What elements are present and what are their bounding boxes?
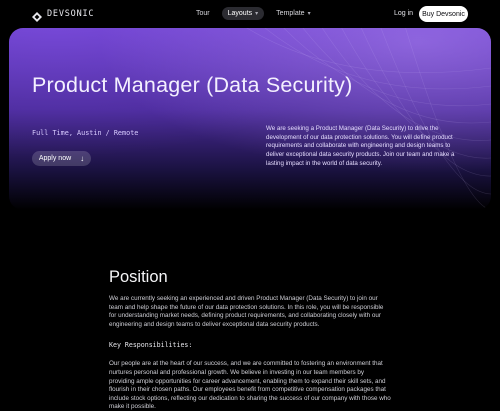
position-intro: We are currently seeking an experienced … [109,295,384,328]
login-link[interactable]: Log in [394,10,413,17]
brand-logo[interactable]: DEVSONIC [32,9,95,22]
nav-item-label: Template [276,10,305,17]
position-body: Our people are at the heart of our succe… [109,360,391,411]
apply-label: Apply now [38,155,72,162]
hero-description: We are seeking a Product Manager (Data S… [266,125,455,167]
devsonic-logo-icon [32,9,42,22]
top-nav: DEVSONIC Tour Layouts ▾ Template ▾ Log i… [0,0,500,28]
apply-now-button[interactable]: Apply now ↓ [32,151,91,166]
section-heading: Position [109,268,168,286]
job-meta: Full Time, Austin / Remote [32,129,139,137]
nav-item-layouts[interactable]: Layouts ▾ [221,7,265,20]
hero-card: Product Manager (Data Security) Full Tim… [9,28,491,210]
nav-item-template[interactable]: Template ▾ [270,7,316,20]
responsibilities-heading: Key Responsibilities: [109,341,193,350]
hero-decorative-lines [246,28,491,210]
nav-menu: Tour Layouts ▾ Template ▾ [190,7,317,20]
buy-button[interactable]: Buy Devsonic [419,6,468,22]
nav-item-tour[interactable]: Tour [190,7,216,20]
position-section: Position We are currently seeking an exp… [109,268,391,411]
nav-item-label: Tour [196,10,210,17]
nav-item-label: Layouts [227,10,253,17]
page-title: Product Manager (Data Security) [32,73,353,97]
arrow-down-icon: ↓ [80,154,85,163]
brand-name: DEVSONIC [47,9,95,19]
chevron-down-icon: ▾ [307,11,311,17]
chevron-down-icon: ▾ [255,11,259,17]
